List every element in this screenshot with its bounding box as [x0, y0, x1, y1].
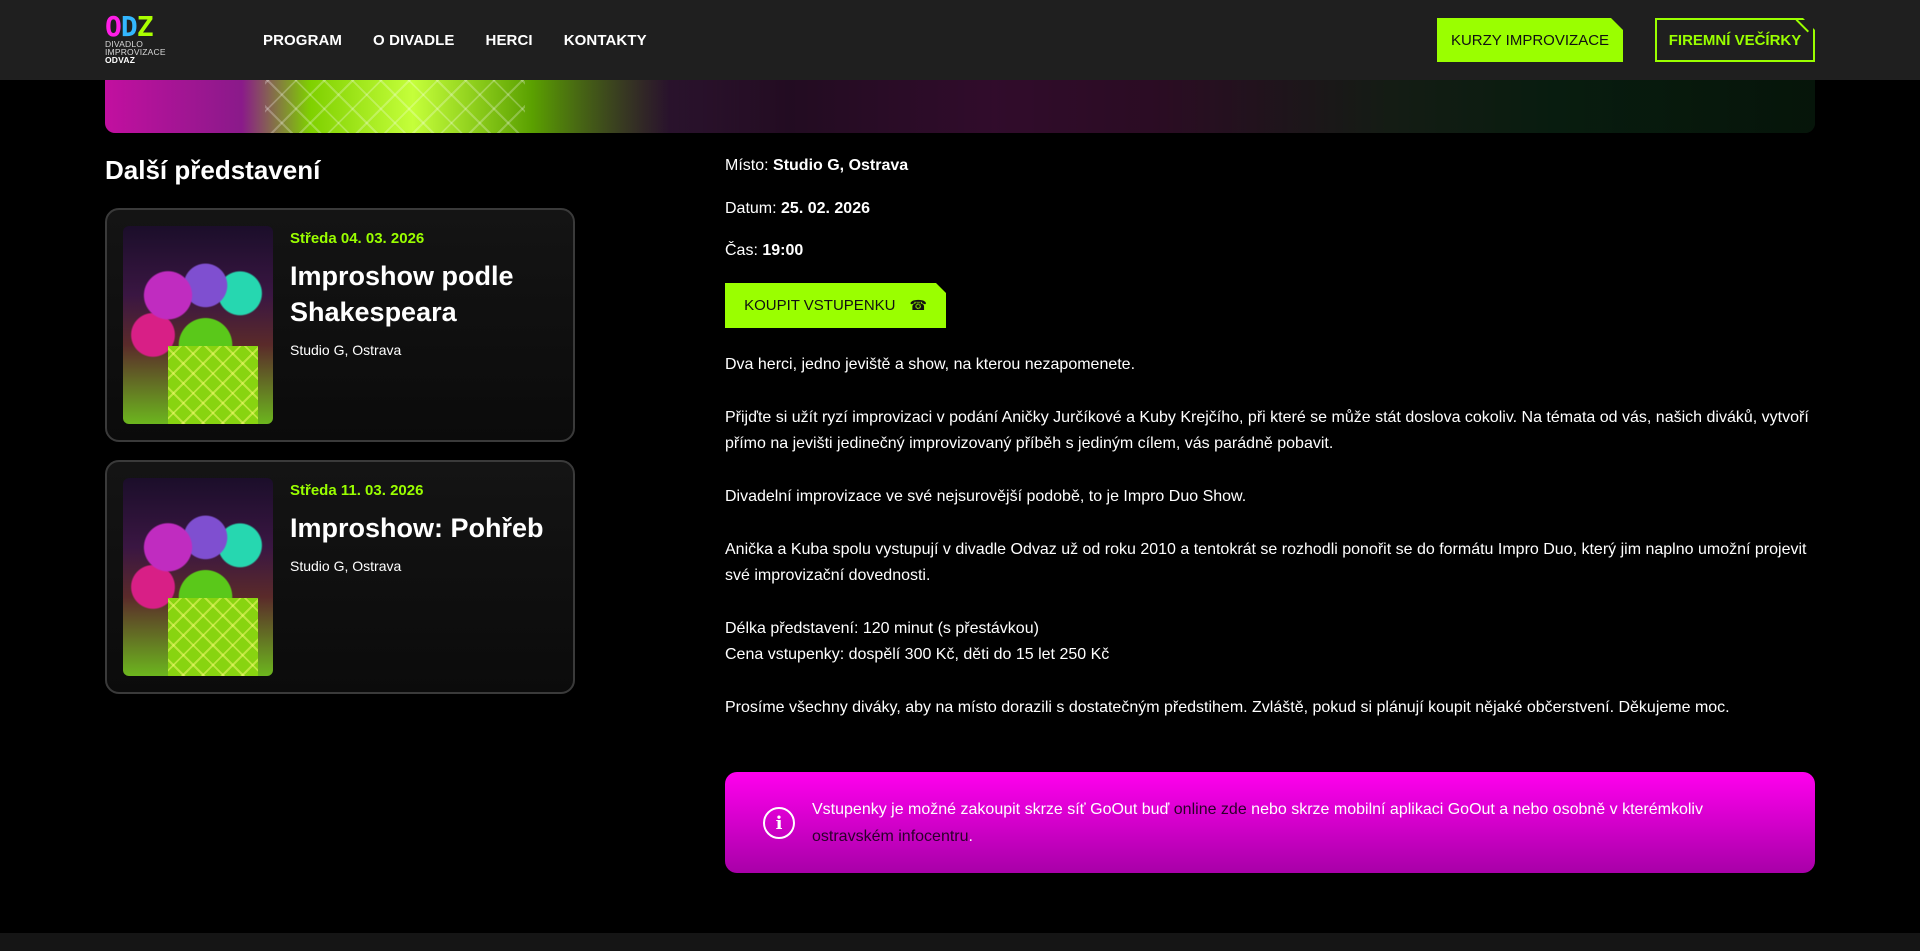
ticket-notice: i Vstupenky je možné zakoupit skrze síť …: [725, 772, 1815, 873]
buy-ticket-label: KOUPIT VSTUPENKU: [744, 297, 896, 314]
buy-ticket-button[interactable]: KOUPIT VSTUPENKU ☎: [725, 283, 946, 328]
event-thumbnail: [123, 478, 273, 676]
infocentrum-link[interactable]: ostravském infocentru: [812, 828, 969, 845]
kurzy-improvizace-button[interactable]: KURZY IMPROVIZACE: [1437, 18, 1623, 62]
event-title[interactable]: Improshow podle Shakespeara: [290, 258, 560, 330]
firemni-vecirky-button[interactable]: FIREMNÍ VEČÍRKY: [1655, 18, 1815, 62]
logo-letter-d: D: [120, 10, 138, 43]
place-value: Studio G, Ostrava: [773, 157, 909, 174]
logo-line-3: ODVAZ: [105, 55, 136, 65]
place-label: Místo:: [725, 157, 769, 174]
time-label: Čas:: [725, 242, 758, 259]
logo-letter-z: Z: [136, 10, 154, 43]
nav-herci[interactable]: HERCI: [486, 32, 533, 49]
event-venue: Studio G, Ostrava: [290, 558, 402, 574]
nav-o-divadle[interactable]: O DIVADLE: [373, 32, 454, 49]
event-card[interactable]: Středa 11. 03. 2026 Improshow: Pohřeb St…: [105, 460, 575, 694]
description-paragraph: Přijďte si užít ryzí improvizaci v podán…: [725, 409, 1809, 452]
online-link[interactable]: online zde: [1174, 801, 1247, 818]
description-paragraph: Délka představení: 120 minut (s přestávk…: [725, 616, 1815, 668]
ticket-icon: ☎: [909, 297, 927, 313]
footer-strip: [0, 933, 1920, 951]
site-header: O D Z DIVADLO IMPROVIZACE ODVAZ PROGRAM …: [0, 0, 1920, 80]
date-label: Datum:: [725, 200, 777, 217]
place-line: Místo: Studio G, Ostrava: [725, 157, 908, 175]
logo-letter-o: O: [105, 10, 122, 43]
event-venue: Studio G, Ostrava: [290, 342, 402, 358]
date-line: Datum: 25. 02. 2026: [725, 200, 870, 218]
main-nav: PROGRAM O DIVADLE HERCI KONTAKTY: [263, 0, 647, 80]
logo[interactable]: O D Z DIVADLO IMPROVIZACE ODVAZ: [105, 10, 166, 68]
event-date: Středa 04. 03. 2026: [290, 230, 425, 247]
hero-image: [105, 80, 1815, 133]
info-icon: i: [763, 807, 795, 839]
event-card[interactable]: Středa 04. 03. 2026 Improshow podle Shak…: [105, 208, 575, 442]
section-title: Další představení: [105, 155, 321, 185]
description-paragraph: Dva herci, jedno jeviště a show, na kter…: [725, 356, 1136, 373]
description-paragraph: Anička a Kuba spolu vystupují v divadle …: [725, 541, 1807, 584]
description-paragraph: Divadelní improvizace ve své nejsurovějš…: [725, 488, 1247, 505]
event-title[interactable]: Improshow: Pohřeb: [290, 510, 560, 546]
date-value: 25. 02. 2026: [781, 200, 870, 217]
time-value: 19:00: [762, 242, 804, 259]
nav-program[interactable]: PROGRAM: [263, 32, 342, 49]
notice-text-part: nebo skrze mobilní aplikaci GoOut a nebo…: [1246, 801, 1703, 818]
logo-mark: O D Z: [105, 10, 165, 43]
length-line: Délka představení: 120 minut (s přestávk…: [725, 620, 1039, 637]
price-line: Cena vstupenky: dospělí 300 Kč, děti do …: [725, 646, 1110, 663]
event-date: Středa 11. 03. 2026: [290, 482, 424, 499]
notice-text-part: Vstupenky je možné zakoupit skrze síť Go…: [812, 801, 1174, 818]
time-line: Čas: 19:00: [725, 242, 803, 260]
notice-text-part: .: [968, 828, 973, 845]
closing-paragraph: Prosíme všechny diváky, aby na místo dor…: [725, 699, 1730, 716]
event-thumbnail: [123, 226, 273, 424]
nav-kontakty[interactable]: KONTAKTY: [564, 32, 647, 49]
logo-subtitle: DIVADLO IMPROVIZACE ODVAZ: [105, 40, 166, 65]
notice-text: Vstupenky je možné zakoupit skrze síť Go…: [812, 796, 1772, 850]
event-description: Dva herci, jedno jeviště a show, na kter…: [725, 352, 1815, 748]
